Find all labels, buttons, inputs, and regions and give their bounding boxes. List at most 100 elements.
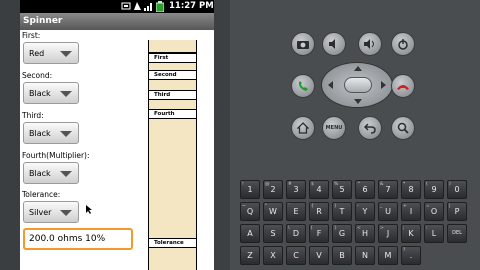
key-0[interactable]: ) 0 xyxy=(447,180,467,199)
key-1[interactable]: ! 1 xyxy=(240,180,260,199)
key-alt-label: " xyxy=(265,204,268,209)
key-q[interactable]: ~ Q xyxy=(240,202,260,221)
key-label: F xyxy=(316,229,322,238)
key-label: 0 xyxy=(454,185,460,194)
key-o[interactable]: = O xyxy=(424,202,444,221)
second-spinner[interactable]: Black xyxy=(23,82,79,104)
key-m[interactable]: M xyxy=(378,246,398,265)
end-call-button[interactable] xyxy=(391,74,415,98)
key-r[interactable]: {R xyxy=(309,202,329,221)
first-spinner[interactable]: Red xyxy=(23,42,79,64)
key-z[interactable]: Z xyxy=(240,246,260,265)
key-alt-label: - xyxy=(357,204,359,209)
back-button[interactable] xyxy=(358,116,382,140)
key-s[interactable]: S xyxy=(263,224,283,243)
signal-icon xyxy=(144,1,154,11)
key-label: DEL xyxy=(452,230,462,236)
right-bezel xyxy=(214,0,230,270)
second-spinner-value: Black xyxy=(29,89,51,98)
key-4[interactable]: $4 xyxy=(309,180,329,199)
usb-icon xyxy=(121,1,131,11)
key-3[interactable]: #3 xyxy=(286,180,306,199)
dpad-up-icon xyxy=(354,66,362,71)
key-label: R xyxy=(316,207,322,216)
key-del[interactable]: DEL xyxy=(447,224,467,243)
key-w[interactable]: " W xyxy=(263,202,283,221)
dpad-center-button[interactable] xyxy=(344,77,372,93)
home-button[interactable] xyxy=(291,116,315,140)
key-6[interactable]: ^ 6 xyxy=(355,180,375,199)
key-alt-label: & xyxy=(380,182,384,187)
app-title-bar: Spinner xyxy=(20,13,214,30)
key-alt-label: : xyxy=(426,226,428,231)
key-label: M xyxy=(384,251,392,260)
key-2[interactable]: @2 xyxy=(263,180,283,199)
key-label: 3 xyxy=(293,185,299,194)
device-screen: 11:27 PM Spinner First: Red Second: Blac… xyxy=(20,0,214,270)
key-label: L xyxy=(431,229,437,238)
key-alt-label: { xyxy=(311,204,314,209)
key-8[interactable]: * 8 xyxy=(401,180,421,199)
first-spinner-value: Red xyxy=(29,49,45,58)
key-label: D xyxy=(292,229,300,238)
key-f[interactable]: [F xyxy=(309,224,329,243)
dpad[interactable] xyxy=(321,62,393,108)
key-p[interactable]: | P xyxy=(447,202,467,221)
tolerance-spinner-value: Silver xyxy=(29,208,52,217)
key-v[interactable]: V xyxy=(309,246,329,265)
key-h[interactable]: < H xyxy=(355,224,375,243)
key-d[interactable]: \ D xyxy=(286,224,306,243)
key-label: H xyxy=(361,229,368,238)
tolerance-label: Tolerance: xyxy=(22,190,61,199)
call-button[interactable] xyxy=(291,74,315,98)
key-label: 6 xyxy=(362,185,368,194)
key-label: O xyxy=(430,207,438,216)
third-spinner[interactable]: Black xyxy=(23,122,79,144)
camera-button[interactable] xyxy=(291,32,315,56)
power-button[interactable] xyxy=(391,32,415,56)
key-k[interactable]: ; K xyxy=(401,224,421,243)
status-bar: 11:27 PM xyxy=(20,0,214,13)
key-n[interactable]: N xyxy=(355,246,375,265)
key-e[interactable]: ` E xyxy=(286,202,306,221)
key-alt-label: < xyxy=(357,226,361,231)
key-9[interactable]: (9 xyxy=(424,180,444,199)
key-7[interactable]: & 7 xyxy=(378,180,398,199)
key-alt-label: | xyxy=(449,204,451,209)
tolerance-spinner[interactable]: Silver xyxy=(23,201,79,223)
key-alt-label: ^ xyxy=(357,182,361,187)
key-a[interactable]: A xyxy=(240,224,260,243)
key-c[interactable]: C xyxy=(286,246,306,265)
resistor-diagram: First Second Third Fourth Tolerance xyxy=(148,40,197,270)
key-label: B xyxy=(339,251,345,260)
key-j[interactable]: > J xyxy=(378,224,398,243)
third-spinner-value: Black xyxy=(29,129,51,138)
key-y[interactable]: -Y xyxy=(355,202,375,221)
key-i[interactable]: + I xyxy=(401,202,421,221)
fourth-spinner-value: Black xyxy=(29,169,51,178)
key-alt-label: [ xyxy=(311,226,313,231)
key-l[interactable]: :L xyxy=(424,224,444,243)
key-alt-label: ( xyxy=(426,182,428,187)
key-alt-label: * xyxy=(403,182,406,187)
chevron-down-icon xyxy=(60,91,72,97)
key-x[interactable]: X xyxy=(263,246,283,265)
fourth-spinner[interactable]: Black xyxy=(23,162,79,184)
volume-up-button[interactable] xyxy=(358,32,382,56)
key-b[interactable]: B xyxy=(332,246,352,265)
key-label: N xyxy=(362,251,368,260)
menu-button[interactable]: MENU xyxy=(322,116,346,140)
fourth-label: Fourth(Multiplier): xyxy=(22,151,90,160)
key-period[interactable]: ?. xyxy=(401,246,421,265)
key-label: T xyxy=(339,207,345,216)
key-label: 7 xyxy=(385,185,391,194)
volume-down-button[interactable] xyxy=(322,32,346,56)
key-g[interactable]: ] G xyxy=(332,224,352,243)
key-u[interactable]: _ U xyxy=(378,202,398,221)
key-5[interactable]: % 5 xyxy=(332,180,352,199)
key-alt-label: ] xyxy=(334,226,336,231)
result-field[interactable]: 200.0 ohms 10% xyxy=(23,228,133,250)
key-t[interactable]: } T xyxy=(332,202,352,221)
search-button[interactable] xyxy=(391,116,415,140)
app-title: Spinner xyxy=(23,16,63,26)
